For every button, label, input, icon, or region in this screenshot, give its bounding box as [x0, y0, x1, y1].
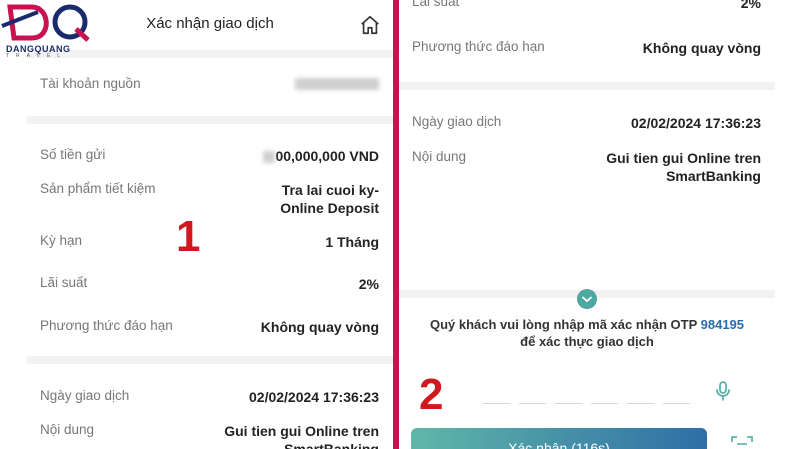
term-value: 1 Tháng — [325, 234, 379, 250]
step-annotation-2: 2 — [419, 370, 444, 419]
rate-value: 2% — [358, 276, 379, 292]
date-label: Ngày giao dịch — [412, 114, 502, 129]
right-screen: Lãi suất 2% Phương thức đáo hạn Không qu… — [399, 0, 775, 449]
maturity-value: Không quay vòng — [260, 319, 379, 335]
confirm-button[interactable]: Xác nhận (116s) — [411, 428, 707, 449]
transaction-info-card: Ngày giao dịch 02/02/2024 17:36:23 Nội d… — [399, 90, 775, 290]
otp-digit-slot[interactable] — [483, 403, 510, 404]
rate-value: 2% — [740, 0, 761, 11]
date-value: 02/02/2024 17:36:23 — [249, 389, 379, 405]
rate-label: Lãi suất — [40, 275, 88, 290]
deposit-details-card-continued: Lãi suất 2% Phương thức đáo hạn Không qu… — [399, 0, 775, 82]
content-value: Gui tien gui Online tren SmartBanking — [224, 423, 379, 449]
otp-digit-slot[interactable] — [591, 403, 618, 404]
otp-digit-slot[interactable] — [627, 403, 654, 404]
logo-mark-icon — [1, 4, 90, 42]
deposit-details-card: Số tiền gửi 00,000,000 VND Sản phẩm tiết… — [27, 124, 393, 356]
step-annotation-1: 1 — [176, 212, 201, 261]
source-account-label: Tài khoản nguồn — [40, 76, 141, 91]
otp-digit-slot[interactable] — [663, 403, 690, 404]
left-screen: Xác nhận giao dịch Tài khoản nguồn Số ti… — [27, 0, 393, 449]
maturity-label: Phương thức đáo hạn — [412, 39, 545, 54]
microphone-icon[interactable] — [714, 380, 732, 402]
logo-tagline: TRAVEL — [6, 53, 68, 59]
otp-digit-slot[interactable] — [555, 403, 582, 404]
maturity-value: Không quay vòng — [642, 40, 761, 56]
source-account-value-redacted — [295, 78, 379, 90]
term-label: Kỳ hạn — [40, 233, 83, 248]
source-account-card: Tài khoản nguồn — [27, 58, 393, 116]
scan-icon[interactable] — [731, 436, 753, 449]
watermark-logo: DANGQUANG TRAVEL — [0, 2, 104, 59]
date-label: Ngày giao dịch — [40, 388, 130, 403]
chevron-down-icon[interactable] — [577, 289, 597, 309]
maturity-label: Phương thức đáo hạn — [40, 318, 173, 333]
otp-code: 984195 — [700, 317, 745, 332]
date-value: 02/02/2024 17:36:23 — [631, 115, 761, 131]
content-label: Nội dung — [412, 149, 467, 164]
deposit-amount-label: Số tiền gửi — [40, 147, 106, 162]
content-value: Gui tien gui Online tren SmartBanking — [606, 150, 761, 184]
otp-digit-slot[interactable] — [519, 403, 546, 404]
deposit-amount-value: 00,000,000 VND — [263, 147, 379, 165]
rate-label: Lãi suất — [412, 0, 460, 9]
home-icon[interactable] — [359, 14, 381, 36]
product-label: Sản phẩm tiết kiệm — [40, 181, 156, 196]
otp-prompt: Quý khách vui lòng nhập mã xác nhận OTP … — [429, 317, 745, 349]
product-value: Tra lai cuoi ky- Online Deposit — [280, 182, 379, 216]
transaction-info-card: Ngày giao dịch 02/02/2024 17:36:23 Nội d… — [27, 364, 393, 449]
content-label: Nội dung — [40, 422, 95, 437]
